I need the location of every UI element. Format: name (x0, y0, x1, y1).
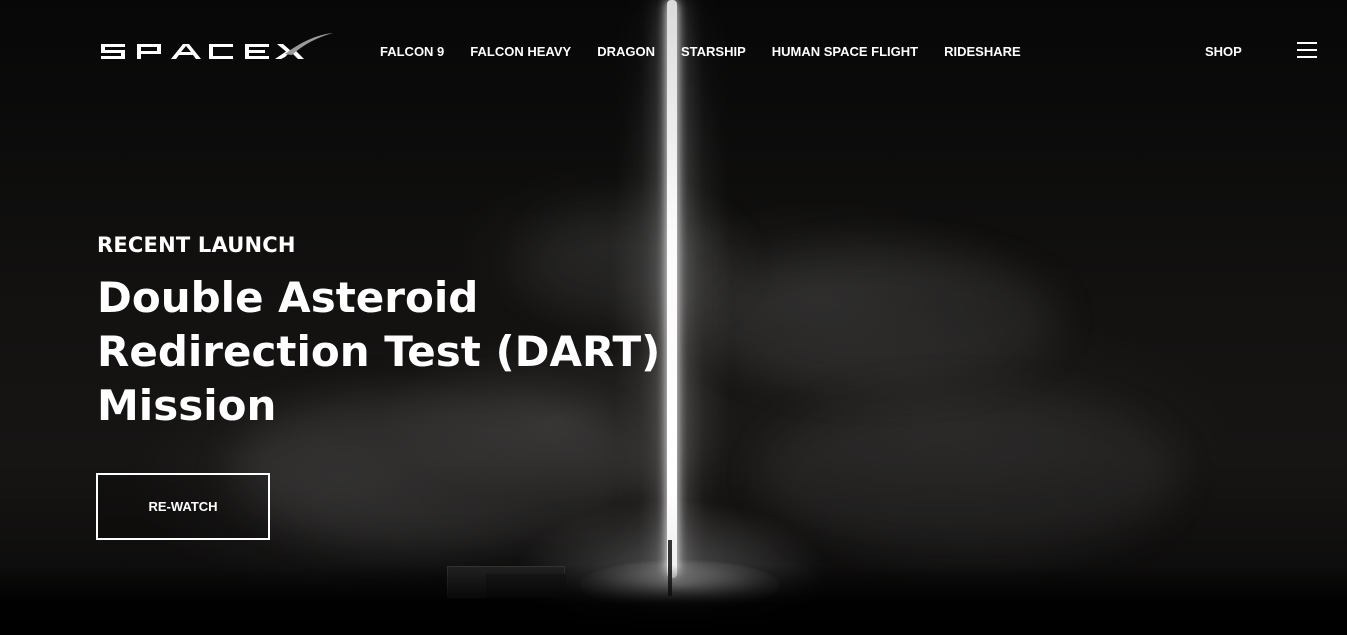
hero-title: Double Asteroid Redirection Test (DART) … (97, 271, 707, 433)
nav-item-rideshare[interactable]: RIDESHARE (944, 44, 1021, 59)
smoke-cloud (760, 390, 1180, 560)
nav-item-dragon[interactable]: DRAGON (597, 44, 655, 59)
hero-section: RECENT LAUNCH Double Asteroid Redirectio… (97, 231, 717, 433)
page-background: FALCON 9 FALCON HEAVY DRAGON STARSHIP HU… (0, 0, 1347, 635)
hero-title-line: Redirection Test (DART) (97, 327, 661, 376)
site-header: FALCON 9 FALCON HEAVY DRAGON STARSHIP HU… (0, 0, 1347, 104)
nav-item-falcon-heavy[interactable]: FALCON HEAVY (470, 44, 571, 59)
hamburger-menu-icon[interactable] (1297, 42, 1319, 60)
rewatch-button[interactable]: RE-WATCH (96, 473, 270, 540)
nav-item-falcon-9[interactable]: FALCON 9 (380, 44, 444, 59)
hero-title-line: Mission (97, 381, 277, 430)
smoke-cloud (700, 250, 1060, 390)
hero-eyebrow: RECENT LAUNCH (97, 233, 296, 257)
nav-item-human-space-flight[interactable]: HUMAN SPACE FLIGHT (772, 44, 918, 59)
shop-link[interactable]: SHOP (1205, 44, 1242, 59)
nav-item-starship[interactable]: STARSHIP (681, 44, 746, 59)
spacex-logo[interactable] (99, 30, 335, 66)
main-nav: FALCON 9 FALCON HEAVY DRAGON STARSHIP HU… (380, 44, 1047, 59)
ground-shadow (0, 565, 1347, 635)
hero-title-line: Double Asteroid (97, 273, 479, 322)
